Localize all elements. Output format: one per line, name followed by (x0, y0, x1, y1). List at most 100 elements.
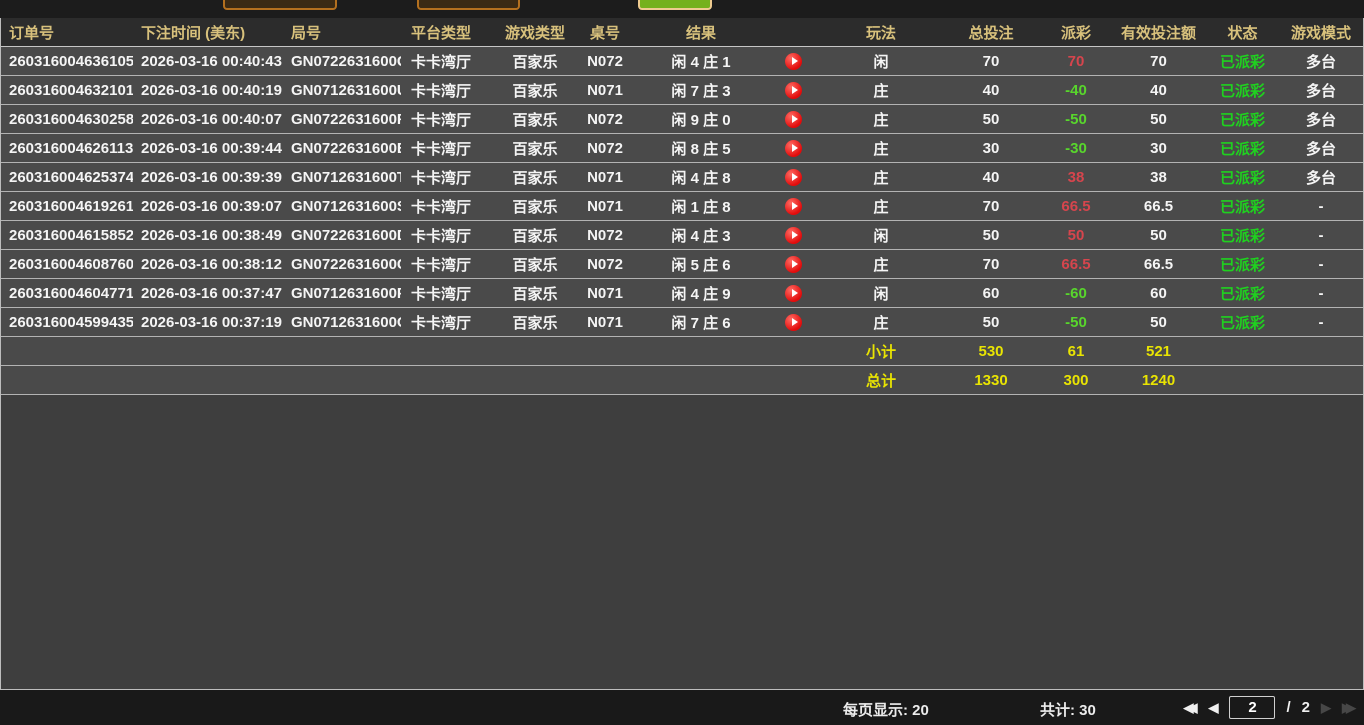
play-triangle (792, 231, 798, 239)
last-page-icon[interactable]: ▶▶ (1342, 701, 1356, 714)
page-number-input[interactable] (1229, 696, 1275, 719)
cell-platform: 卡卡湾厅 (401, 283, 496, 304)
subtotal-row: 小计53061521 (1, 337, 1363, 366)
cell-result: 闲 4 庄 1 (636, 51, 766, 72)
cell-play: 庄 (821, 254, 941, 275)
cell-order_id: 260316004626113 (1, 140, 133, 157)
replay-play-icon[interactable] (785, 111, 802, 128)
cell-mode: - (1279, 256, 1363, 273)
replay-play-icon[interactable] (785, 314, 802, 331)
cell-table_no: N072 (574, 256, 636, 273)
column-header-bet_time: 下注时间 (美东) (133, 22, 283, 43)
cell-status: 已派彩 (1206, 196, 1279, 217)
cell-result: 闲 4 庄 8 (636, 167, 766, 188)
cell-result: 闲 8 庄 5 (636, 138, 766, 159)
page-divider: / (1286, 699, 1290, 716)
page-total-label: 2 (1302, 699, 1310, 716)
cell-replay (766, 226, 821, 244)
cell-mode: - (1279, 198, 1363, 215)
column-header-table_no: 桌号 (574, 22, 636, 43)
column-header-round_id: 局号 (283, 22, 401, 43)
cell-total_bet: 50 (941, 314, 1041, 331)
cell-status: 已派彩 (1206, 254, 1279, 275)
cell-bet_time: 2026-03-16 00:37:19 (133, 314, 283, 331)
cell-status: 已派彩 (1206, 225, 1279, 246)
first-page-icon[interactable]: ◀◀ (1183, 701, 1197, 714)
pagination-bar: 每页显示: 20 共计: 30 ◀◀ ◀ / 2 ▶ ▶▶ (0, 690, 1364, 725)
cell-total_bet: 50 (941, 227, 1041, 244)
cell-play: 闲 (821, 51, 941, 72)
cell-platform: 卡卡湾厅 (401, 254, 496, 275)
play-triangle (792, 144, 798, 152)
cell-bet_time: 2026-03-16 00:39:39 (133, 169, 283, 186)
cell-replay (766, 168, 821, 186)
cell-valid_bet: 70 (1111, 53, 1206, 70)
cell-total_bet: 70 (941, 198, 1041, 215)
play-triangle (792, 202, 798, 210)
cell-round_id: GN0722631600C (283, 256, 401, 273)
subtotal-row-play: 小计 (821, 341, 941, 362)
cell-play: 庄 (821, 312, 941, 333)
column-header-status: 状态 (1206, 22, 1279, 43)
cell-total_bet: 40 (941, 82, 1041, 99)
cell-mode: 多台 (1279, 51, 1363, 72)
cell-table_no: N071 (574, 82, 636, 99)
cell-order_id: 260316004630258 (1, 111, 133, 128)
cell-replay (766, 197, 821, 215)
replay-play-icon[interactable] (785, 285, 802, 302)
column-header-result: 结果 (636, 22, 766, 43)
cell-status: 已派彩 (1206, 283, 1279, 304)
cell-valid_bet: 50 (1111, 227, 1206, 244)
cell-play: 庄 (821, 138, 941, 159)
cell-play: 庄 (821, 167, 941, 188)
table-row: 2603160046158522026-03-16 00:38:49GN0722… (1, 221, 1363, 250)
cell-order_id: 260316004632101 (1, 82, 133, 99)
toolbar-button-2[interactable] (417, 0, 520, 10)
replay-play-icon[interactable] (785, 53, 802, 70)
cell-valid_bet: 50 (1111, 314, 1206, 331)
cell-total_bet: 30 (941, 140, 1041, 157)
table-row: 2603160046321012026-03-16 00:40:19GN0712… (1, 76, 1363, 105)
cell-bet_time: 2026-03-16 00:39:07 (133, 198, 283, 215)
cell-valid_bet: 66.5 (1111, 256, 1206, 273)
cell-result: 闲 7 庄 6 (636, 312, 766, 333)
cell-replay (766, 313, 821, 331)
cell-platform: 卡卡湾厅 (401, 109, 496, 130)
cell-replay (766, 52, 821, 70)
cell-bet_time: 2026-03-16 00:38:12 (133, 256, 283, 273)
cell-valid_bet: 66.5 (1111, 198, 1206, 215)
per-page-label: 每页显示: 20 (843, 699, 929, 720)
cell-platform: 卡卡湾厅 (401, 225, 496, 246)
cell-play: 闲 (821, 225, 941, 246)
cell-valid_bet: 30 (1111, 140, 1206, 157)
cell-round_id: GN0712631600S (283, 198, 401, 215)
play-triangle (792, 260, 798, 268)
cell-bet_time: 2026-03-16 00:38:49 (133, 227, 283, 244)
cell-payout: -60 (1041, 285, 1111, 302)
cell-replay (766, 139, 821, 157)
replay-play-icon[interactable] (785, 198, 802, 215)
replay-play-icon[interactable] (785, 227, 802, 244)
replay-play-icon[interactable] (785, 169, 802, 186)
toolbar-button-1[interactable] (223, 0, 337, 10)
cell-order_id: 260316004608760 (1, 256, 133, 273)
cell-game_type: 百家乐 (496, 51, 574, 72)
cell-valid_bet: 38 (1111, 169, 1206, 186)
play-triangle (792, 115, 798, 123)
toolbar-button-active[interactable] (638, 0, 712, 10)
next-page-icon[interactable]: ▶ (1321, 701, 1331, 714)
table-header-row: 订单号下注时间 (美东)局号平台类型游戏类型桌号结果玩法总投注派彩有效投注额状态… (1, 18, 1363, 47)
top-toolbar (0, 0, 1364, 18)
prev-page-icon[interactable]: ◀ (1208, 701, 1218, 714)
cell-game_type: 百家乐 (496, 109, 574, 130)
column-header-valid_bet: 有效投注额 (1111, 22, 1206, 43)
replay-play-icon[interactable] (785, 82, 802, 99)
cell-result: 闲 9 庄 0 (636, 109, 766, 130)
cell-bet_time: 2026-03-16 00:39:44 (133, 140, 283, 157)
cell-status: 已派彩 (1206, 51, 1279, 72)
cell-status: 已派彩 (1206, 312, 1279, 333)
replay-play-icon[interactable] (785, 256, 802, 273)
replay-play-icon[interactable] (785, 140, 802, 157)
table-row: 2603160046047712026-03-16 00:37:47GN0712… (1, 279, 1363, 308)
pager-controls: ◀◀ ◀ / 2 ▶ ▶▶ (1183, 695, 1356, 720)
